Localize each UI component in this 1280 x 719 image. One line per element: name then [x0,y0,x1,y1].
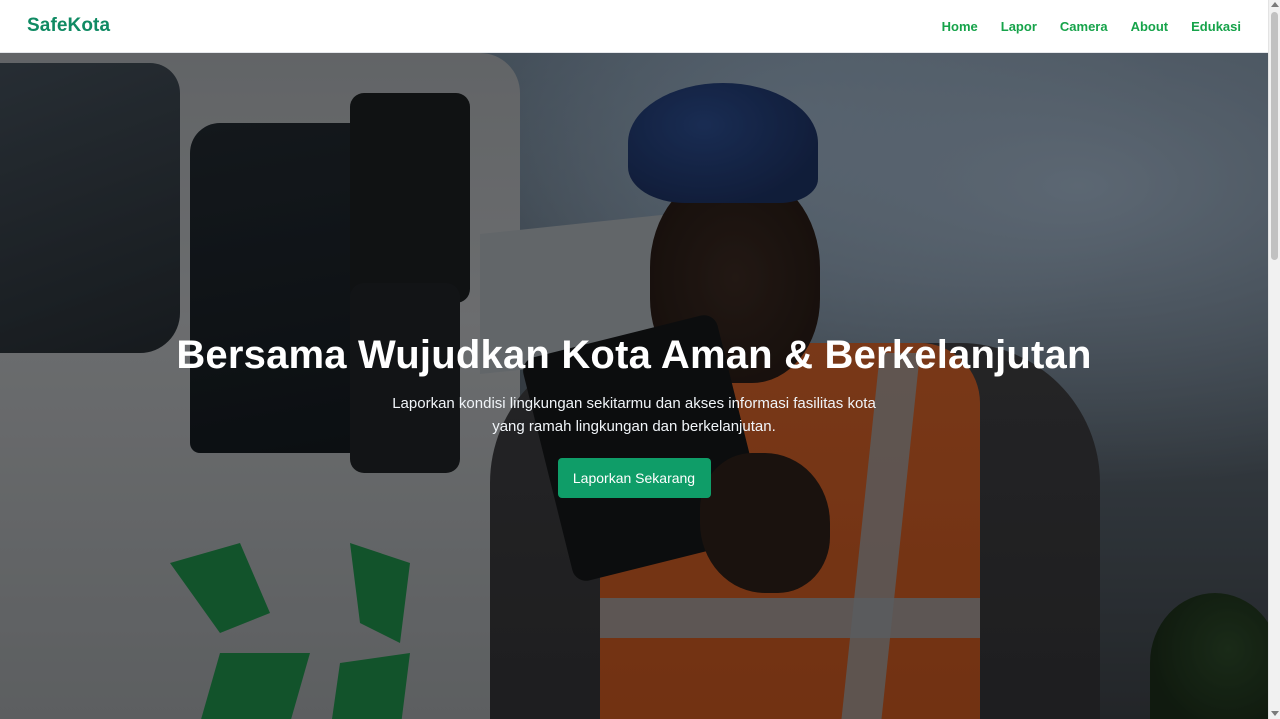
scroll-down-icon[interactable] [1271,711,1279,716]
report-now-button[interactable]: Laporkan Sekarang [557,458,711,498]
nav-home[interactable]: Home [942,19,978,34]
nav-edukasi[interactable]: Edukasi [1191,19,1241,34]
hero-subtitle-line2: yang ramah lingkungan dan berkelanjutan. [492,418,776,435]
nav-lapor[interactable]: Lapor [1001,19,1037,34]
nav-links: Home Lapor Camera About Edukasi [942,19,1241,34]
hero-section: Bersama Wujudkan Kota Aman & Berkelanjut… [0,53,1268,719]
scroll-thumb[interactable] [1271,12,1278,260]
nav-camera[interactable]: Camera [1060,19,1108,34]
hero-title: Bersama Wujudkan Kota Aman & Berkelanjut… [176,333,1092,377]
hero-content: Bersama Wujudkan Kota Aman & Berkelanjut… [0,53,1268,719]
vertical-scrollbar[interactable] [1268,0,1280,719]
hero-subtitle-line1: Laporkan kondisi lingkungan sekitarmu da… [392,395,876,412]
hero-subtitle: Laporkan kondisi lingkungan sekitarmu da… [384,392,884,438]
brand-logo[interactable]: SafeKota [27,15,110,37]
scroll-up-icon[interactable] [1271,2,1279,7]
nav-about[interactable]: About [1131,19,1169,34]
navbar: SafeKota Home Lapor Camera About Edukasi [0,0,1268,53]
